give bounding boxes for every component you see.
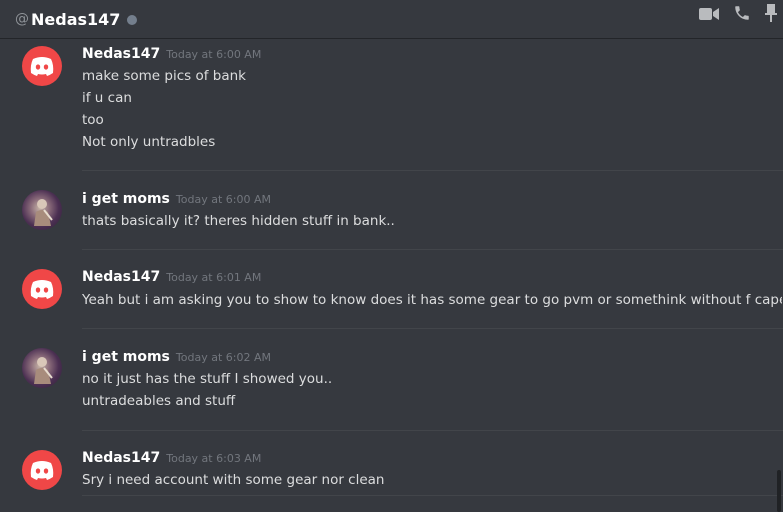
message-author[interactable]: Nedas147 Today at 6:03 AM xyxy=(82,450,261,466)
message-text: Sry i need account with some gear nor cl… xyxy=(82,472,385,488)
message-divider xyxy=(82,495,783,496)
message-text: untradeables and stuff xyxy=(82,393,236,409)
message-text: make some pics of bank xyxy=(82,68,246,84)
dm-username[interactable]: Nedas147 xyxy=(31,10,120,29)
voice-call-icon[interactable] xyxy=(733,4,751,26)
message-author[interactable]: Nedas147 Today at 6:00 AM xyxy=(82,46,261,62)
message-divider xyxy=(82,430,783,431)
channel-header: @ Nedas147 xyxy=(0,0,783,38)
message-author[interactable]: i get moms Today at 6:00 AM xyxy=(82,191,271,207)
avatar[interactable] xyxy=(22,46,62,86)
message-timestamp: Today at 6:01 AM xyxy=(166,271,262,284)
status-indicator xyxy=(127,15,138,25)
header-toolbar xyxy=(699,0,783,30)
discord-logo-icon xyxy=(30,57,54,76)
message-text: Not only untradbles xyxy=(82,134,216,150)
scrollbar[interactable] xyxy=(777,470,781,512)
message-timestamp: Today at 6:03 AM xyxy=(166,452,262,465)
at-symbol: @ xyxy=(15,11,29,27)
user-photo-icon xyxy=(34,199,53,226)
message-timestamp: Today at 6:02 AM xyxy=(175,351,271,364)
message-text: if u can xyxy=(82,90,132,106)
avatar[interactable] xyxy=(22,190,62,230)
message-divider xyxy=(82,328,783,329)
message-text: no it just has the stuff I showed you.. xyxy=(82,371,333,387)
message-divider xyxy=(82,249,783,250)
message-timestamp: Today at 6:00 AM xyxy=(175,193,271,206)
avatar[interactable] xyxy=(22,269,62,309)
avatar[interactable] xyxy=(22,348,62,388)
pin-icon[interactable] xyxy=(765,4,777,26)
message-text: thats basically it? theres hidden stuff … xyxy=(82,213,395,229)
avatar[interactable] xyxy=(22,450,62,490)
message-text: too xyxy=(82,112,104,128)
message-author[interactable]: Nedas147 Today at 6:01 AM xyxy=(82,269,261,285)
message-divider xyxy=(82,170,783,171)
message-author[interactable]: i get moms Today at 6:02 AM xyxy=(82,349,271,365)
discord-logo-icon xyxy=(30,280,54,299)
user-photo-icon xyxy=(34,357,53,384)
discord-logo-icon xyxy=(30,461,54,480)
message-text: Yeah but i am asking you to show to know… xyxy=(82,292,782,308)
video-call-icon[interactable] xyxy=(699,6,719,25)
message-timestamp: Today at 6:00 AM xyxy=(166,48,262,61)
